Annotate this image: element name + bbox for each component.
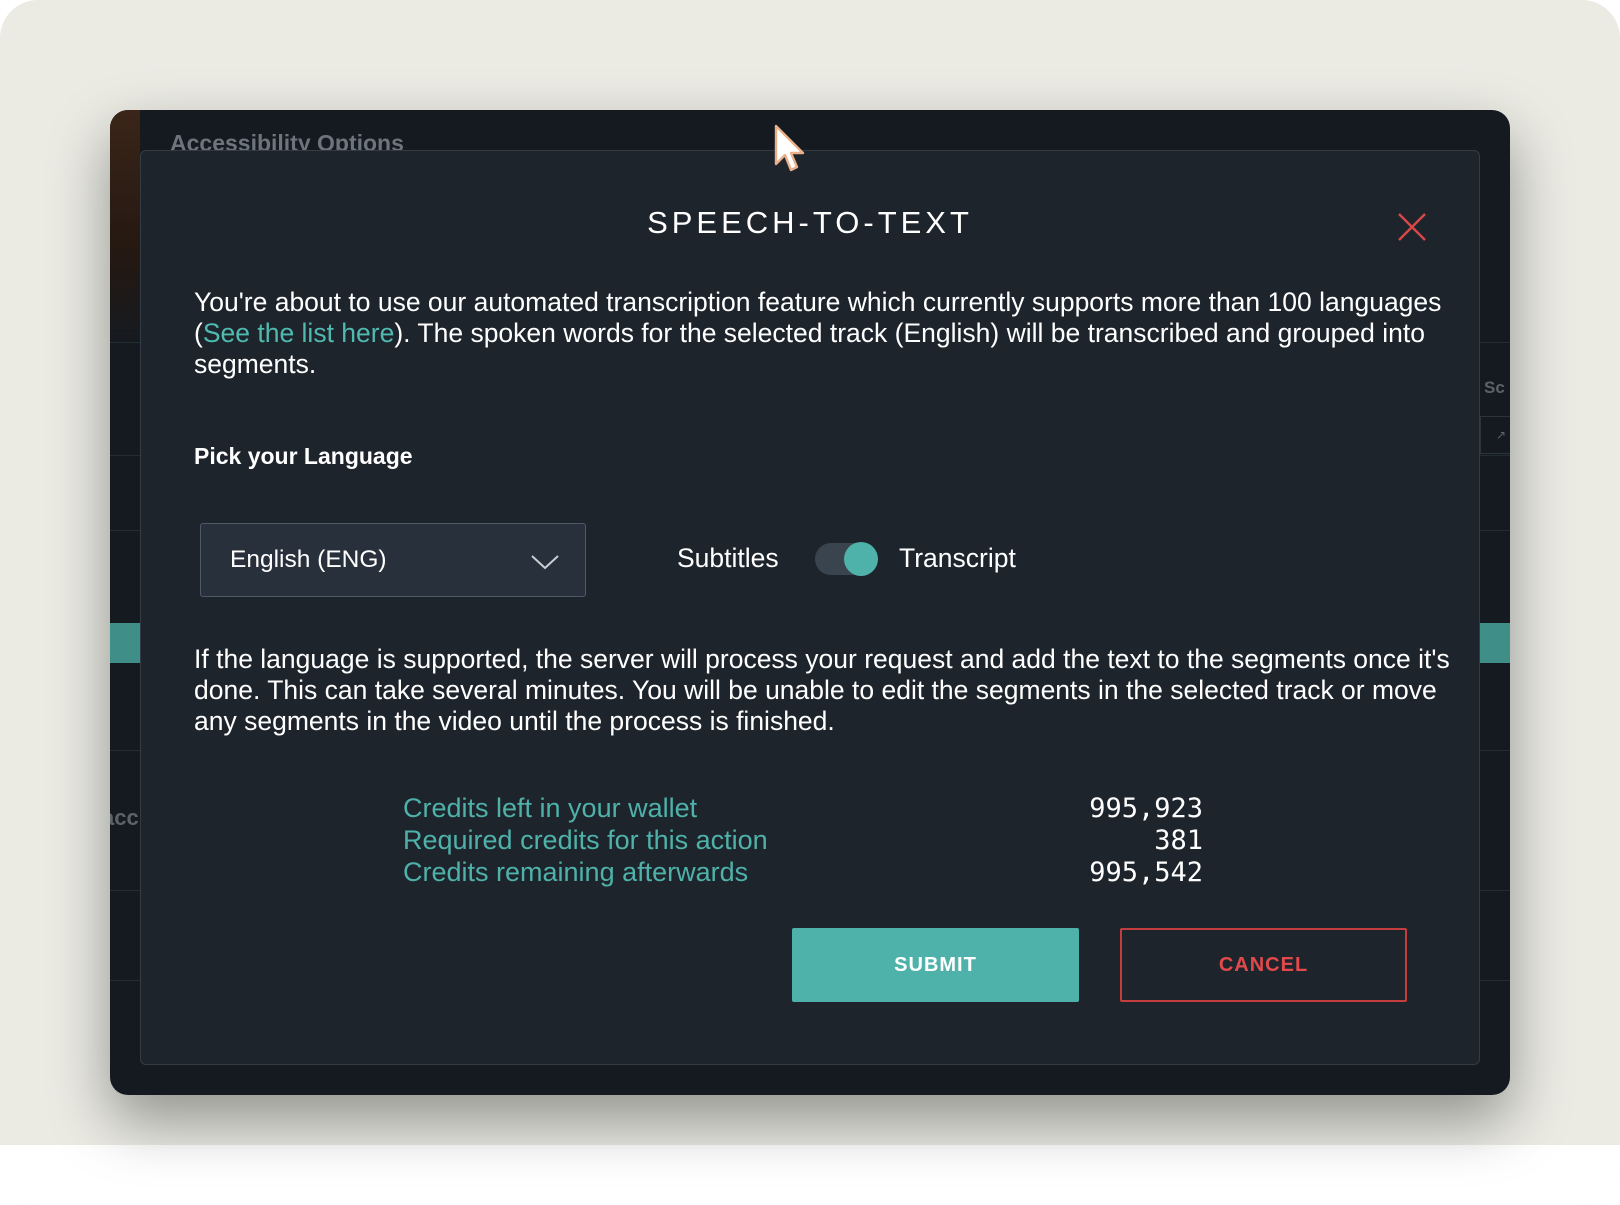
processing-notice: If the language is supported, the server… [194,644,1450,736]
credits-required-row: Required credits for this action 381 [403,825,1203,857]
background-partial-header: Sc [1484,378,1505,397]
credits-remaining-row: Credits remaining afterwards 995,542 [403,857,1203,889]
speech-to-text-dialog: SPEECH-TO-TEXT You're about to use our a… [140,150,1480,1065]
subtitles-transcript-toggle[interactable] [815,542,878,576]
credits-summary: Credits left in your wallet 995,923 Requ… [403,793,1203,889]
credit-value: 995,542 [1089,857,1203,888]
language-list-link[interactable]: See the list here [203,318,395,348]
toggle-knob [844,542,878,576]
submit-button[interactable]: SUBMIT [792,928,1079,1002]
language-select-value: English (ENG) [230,546,387,573]
screen-background: Accessibility Options acc Sc ↗ SPEECH-TO… [0,0,1620,1205]
background-partial-label: acc [110,805,139,830]
credit-value: 381 [1154,825,1203,856]
credits-wallet-row: Credits left in your wallet 995,923 [403,793,1203,825]
intro-text: You're about to use our automated transc… [194,287,1444,380]
close-button[interactable] [1394,209,1430,245]
credit-value: 995,923 [1089,793,1203,824]
pick-language-label: Pick your Language [194,443,413,469]
credit-label: Required credits for this action [403,825,768,855]
language-select[interactable]: English (ENG) [200,523,586,597]
video-thumbnail-edge [110,110,140,350]
transcript-option-label[interactable]: Transcript [899,543,1016,574]
subtitles-option-label[interactable]: Subtitles [677,543,779,574]
cancel-button[interactable]: CANCEL [1120,928,1407,1002]
dialog-title: SPEECH-TO-TEXT [647,205,973,240]
chevron-down-icon [531,555,559,570]
mouse-cursor-icon [774,124,805,172]
expand-icon: ↗ [1480,416,1510,454]
background-floor [0,1145,1620,1205]
credit-label: Credits left in your wallet [403,793,698,823]
credit-label: Credits remaining afterwards [403,857,749,887]
close-icon [1398,213,1426,241]
